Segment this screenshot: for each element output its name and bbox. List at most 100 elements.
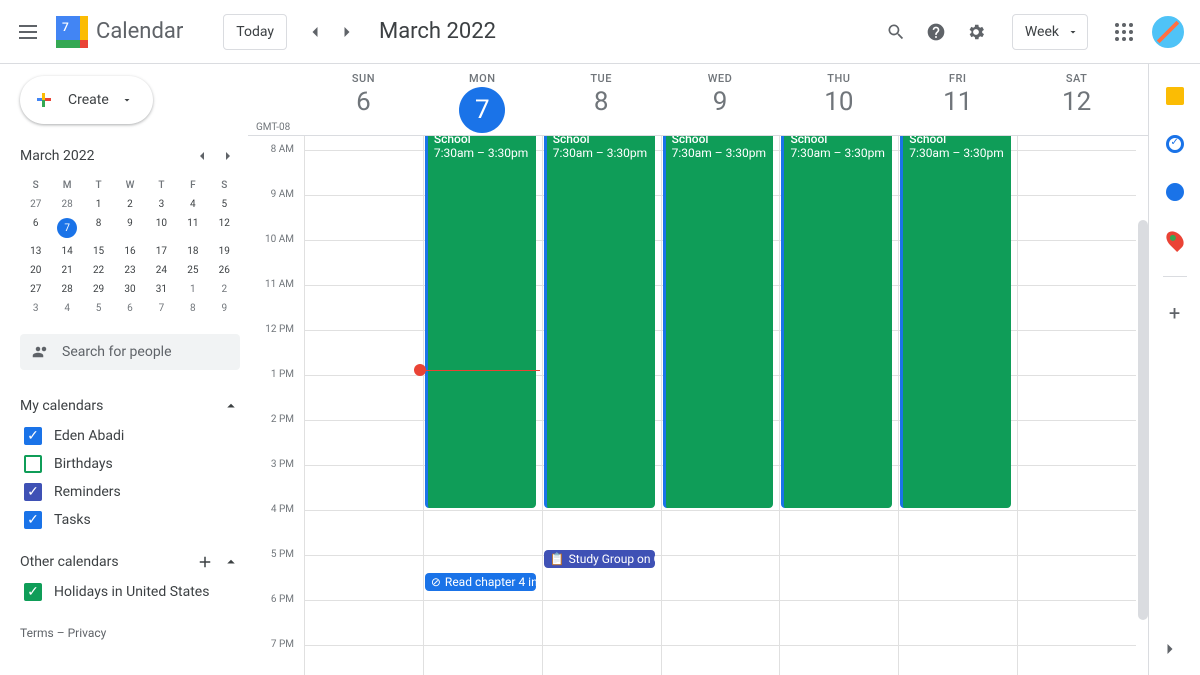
checkbox-icon[interactable]: ✓	[24, 583, 42, 601]
mini-day-cell[interactable]: 29	[83, 280, 114, 299]
support-button[interactable]	[916, 12, 956, 52]
mini-day-cell[interactable]: 10	[146, 214, 177, 242]
mini-day-cell[interactable]: 22	[83, 261, 114, 280]
mini-day-cell[interactable]: 12	[209, 214, 240, 242]
mini-day-cell[interactable]: 2	[114, 195, 145, 214]
create-button[interactable]: Create	[20, 76, 153, 124]
calendar-item[interactable]: ✓Tasks	[20, 506, 240, 534]
my-calendars-header[interactable]: My calendars	[20, 390, 240, 422]
tasks-button[interactable]	[1155, 124, 1195, 164]
mini-month-label[interactable]: March 2022	[20, 148, 190, 164]
search-button[interactable]	[876, 12, 916, 52]
google-apps-button[interactable]	[1104, 12, 1144, 52]
day-header[interactable]: THU10	[779, 64, 898, 135]
mini-day-cell[interactable]: 8	[83, 214, 114, 242]
settings-button[interactable]	[956, 12, 996, 52]
next-week-button[interactable]	[331, 16, 363, 48]
add-icon[interactable]	[196, 553, 214, 571]
mini-day-cell[interactable]: 17	[146, 242, 177, 261]
mini-day-cell[interactable]: 23	[114, 261, 145, 280]
mini-day-cell[interactable]: 5	[83, 299, 114, 318]
mini-day-cell[interactable]: 3	[20, 299, 51, 318]
prev-week-button[interactable]	[299, 16, 331, 48]
mini-weekday-header: W	[114, 176, 145, 195]
people-icon	[32, 343, 50, 361]
day-header[interactable]: WED9	[661, 64, 780, 135]
calendar-logo[interactable]: 7	[52, 12, 92, 52]
mini-day-cell[interactable]: 27	[20, 280, 51, 299]
hide-panel-button[interactable]	[1156, 635, 1184, 663]
addons-button[interactable]: +	[1155, 293, 1195, 333]
mini-prev-button[interactable]	[190, 144, 214, 168]
app-title: Calendar	[96, 19, 183, 44]
mini-day-cell[interactable]: 15	[83, 242, 114, 261]
other-calendars-header[interactable]: Other calendars	[20, 546, 240, 578]
mini-day-cell[interactable]: 7	[146, 299, 177, 318]
today-button[interactable]: Today	[223, 14, 287, 50]
mini-day-cell[interactable]: 5	[209, 195, 240, 214]
calendar-item[interactable]: Birthdays	[20, 450, 240, 478]
week-grid[interactable]: 8 AM9 AM10 AM11 AM12 PM1 PM2 PM3 PM4 PM5…	[248, 136, 1148, 675]
mini-day-cell[interactable]: 9	[114, 214, 145, 242]
event-block[interactable]: School7:30am – 3:30pm	[425, 136, 536, 508]
search-people-input[interactable]: Search for people	[20, 334, 240, 370]
view-switcher[interactable]: Week	[1012, 14, 1088, 50]
mini-day-cell[interactable]: 19	[209, 242, 240, 261]
main-menu-button[interactable]	[8, 12, 48, 52]
privacy-link[interactable]: Privacy	[68, 626, 107, 640]
event-block[interactable]: School7:30am – 3:30pm	[900, 136, 1011, 508]
day-header[interactable]: SUN6	[304, 64, 423, 135]
mini-day-cell[interactable]: 8	[177, 299, 208, 318]
mini-day-cell[interactable]: 20	[20, 261, 51, 280]
mini-day-cell[interactable]: 16	[114, 242, 145, 261]
mini-day-cell[interactable]: 4	[177, 195, 208, 214]
mini-day-cell[interactable]: 31	[146, 280, 177, 299]
event-block[interactable]: School7:30am – 3:30pm	[663, 136, 774, 508]
mini-day-cell[interactable]: 4	[51, 299, 82, 318]
mini-day-cell[interactable]: 21	[51, 261, 82, 280]
mini-day-cell[interactable]: 7	[51, 214, 82, 242]
mini-day-cell[interactable]: 2	[209, 280, 240, 299]
mini-next-button[interactable]	[216, 144, 240, 168]
day-header[interactable]: TUE8	[542, 64, 661, 135]
task-chip[interactable]: ⊘ Read chapter 4 in textbook	[425, 573, 536, 591]
mini-day-cell[interactable]: 13	[20, 242, 51, 261]
keep-button[interactable]	[1155, 76, 1195, 116]
mini-day-cell[interactable]: 18	[177, 242, 208, 261]
checkbox-icon[interactable]: ✓	[24, 427, 42, 445]
day-header[interactable]: FRI11	[898, 64, 1017, 135]
mini-day-cell[interactable]: 3	[146, 195, 177, 214]
event-block[interactable]: School7:30am – 3:30pm	[781, 136, 892, 508]
scrollbar[interactable]	[1138, 220, 1148, 620]
mini-day-cell[interactable]: 26	[209, 261, 240, 280]
mini-day-cell[interactable]: 1	[177, 280, 208, 299]
account-avatar[interactable]	[1152, 16, 1184, 48]
day-header[interactable]: SAT12	[1017, 64, 1136, 135]
contacts-button[interactable]	[1155, 172, 1195, 212]
mini-day-cell[interactable]: 25	[177, 261, 208, 280]
current-range-label[interactable]: March 2022	[379, 19, 496, 44]
mini-day-cell[interactable]: 27	[20, 195, 51, 214]
calendar-item[interactable]: ✓Reminders	[20, 478, 240, 506]
mini-day-cell[interactable]: 6	[114, 299, 145, 318]
event-block[interactable]: School7:30am – 3:30pm	[544, 136, 655, 508]
task-chip[interactable]: 📋 Study Group on Google Meet	[544, 550, 655, 568]
calendar-item[interactable]: ✓Eden Abadi	[20, 422, 240, 450]
calendar-item[interactable]: ✓Holidays in United States	[20, 578, 240, 606]
mini-day-cell[interactable]: 28	[51, 280, 82, 299]
checkbox-icon[interactable]: ✓	[24, 511, 42, 529]
checkbox-icon[interactable]	[24, 455, 42, 473]
mini-day-cell[interactable]: 24	[146, 261, 177, 280]
terms-link[interactable]: Terms	[20, 626, 54, 640]
maps-button[interactable]	[1155, 220, 1195, 260]
mini-day-cell[interactable]: 14	[51, 242, 82, 261]
mini-day-cell[interactable]: 30	[114, 280, 145, 299]
mini-day-cell[interactable]: 9	[209, 299, 240, 318]
checkbox-icon[interactable]: ✓	[24, 483, 42, 501]
mini-day-cell[interactable]: 1	[83, 195, 114, 214]
day-header[interactable]: MON7	[423, 64, 542, 135]
chevron-left-icon	[305, 22, 325, 42]
mini-day-cell[interactable]: 28	[51, 195, 82, 214]
mini-day-cell[interactable]: 11	[177, 214, 208, 242]
mini-day-cell[interactable]: 6	[20, 214, 51, 242]
